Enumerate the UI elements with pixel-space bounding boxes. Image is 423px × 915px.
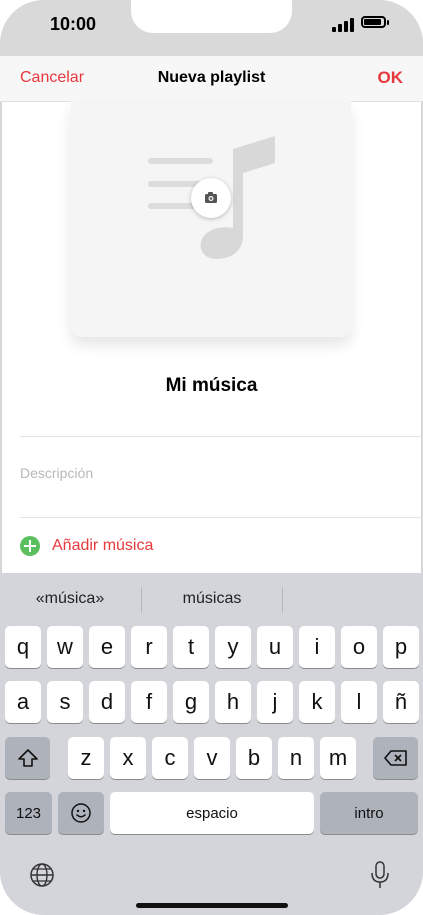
divider xyxy=(20,436,423,437)
key-y[interactable]: y xyxy=(215,626,251,668)
key-v[interactable]: v xyxy=(194,737,230,779)
globe-icon[interactable] xyxy=(29,862,55,888)
key-e[interactable]: e xyxy=(89,626,125,668)
key-j[interactable]: j xyxy=(257,681,293,723)
key-h[interactable]: h xyxy=(215,681,251,723)
key-s[interactable]: s xyxy=(47,681,83,723)
divider xyxy=(20,517,423,518)
key-c[interactable]: c xyxy=(152,737,188,779)
key-m[interactable]: m xyxy=(320,737,356,779)
key-n[interactable]: n xyxy=(278,737,314,779)
suggestion-divider xyxy=(282,587,283,613)
key-o[interactable]: o xyxy=(341,626,377,668)
ok-button[interactable]: OK xyxy=(378,68,404,88)
key-f[interactable]: f xyxy=(131,681,167,723)
camera-button[interactable] xyxy=(191,178,231,218)
home-indicator[interactable] xyxy=(136,903,288,908)
key-i[interactable]: i xyxy=(299,626,335,668)
battery-tip xyxy=(387,20,389,25)
space-key[interactable]: espacio xyxy=(110,792,314,834)
key-u[interactable]: u xyxy=(257,626,293,668)
playlist-artwork[interactable] xyxy=(71,101,351,337)
signal-icon xyxy=(332,18,354,32)
notch xyxy=(131,0,292,33)
shift-icon xyxy=(17,749,38,767)
add-music-label: Añadir música xyxy=(52,537,154,554)
keyboard: «música» músicas q w e r t y u i o p a s… xyxy=(0,573,423,915)
description-field[interactable]: Descripción xyxy=(20,465,93,481)
microphone-icon[interactable] xyxy=(369,860,391,890)
numbers-key[interactable]: 123 xyxy=(5,792,52,834)
camera-icon xyxy=(205,192,217,203)
key-r[interactable]: r xyxy=(131,626,167,668)
suggestion-divider xyxy=(141,587,142,613)
emoji-icon xyxy=(71,803,91,823)
delete-icon xyxy=(383,750,407,766)
music-note-icon xyxy=(148,136,275,259)
navigation-bar: Cancelar Nueva playlist OK xyxy=(0,56,423,102)
key-l[interactable]: l xyxy=(341,681,377,723)
playlist-name-field[interactable]: Mi música xyxy=(0,375,423,397)
key-d[interactable]: d xyxy=(89,681,125,723)
key-a[interactable]: a xyxy=(5,681,41,723)
add-icon xyxy=(20,536,40,556)
suggestion-1[interactable]: «música» xyxy=(20,590,120,608)
key-q[interactable]: q xyxy=(5,626,41,668)
status-bar: 10:00 xyxy=(0,0,423,56)
battery-icon xyxy=(361,16,386,28)
emoji-key[interactable] xyxy=(58,792,104,834)
key-p[interactable]: p xyxy=(383,626,419,668)
key-t[interactable]: t xyxy=(173,626,209,668)
suggestion-2[interactable]: músicas xyxy=(162,590,262,608)
key-w[interactable]: w xyxy=(47,626,83,668)
return-key[interactable]: intro xyxy=(320,792,418,834)
key-g[interactable]: g xyxy=(173,681,209,723)
key-b[interactable]: b xyxy=(236,737,272,779)
add-music-button[interactable]: Añadir música xyxy=(20,535,153,557)
phone-screen: 10:00 Cancelar Nueva playlist OK Mi músi… xyxy=(0,0,423,915)
page-title: Nueva playlist xyxy=(157,69,266,86)
key-x[interactable]: x xyxy=(110,737,146,779)
status-time: 10:00 xyxy=(50,14,97,34)
key-k[interactable]: k xyxy=(299,681,335,723)
shift-key[interactable] xyxy=(5,737,50,779)
key-n-tilde[interactable]: ñ xyxy=(383,681,419,723)
key-z[interactable]: z xyxy=(68,737,104,779)
delete-key[interactable] xyxy=(373,737,418,779)
